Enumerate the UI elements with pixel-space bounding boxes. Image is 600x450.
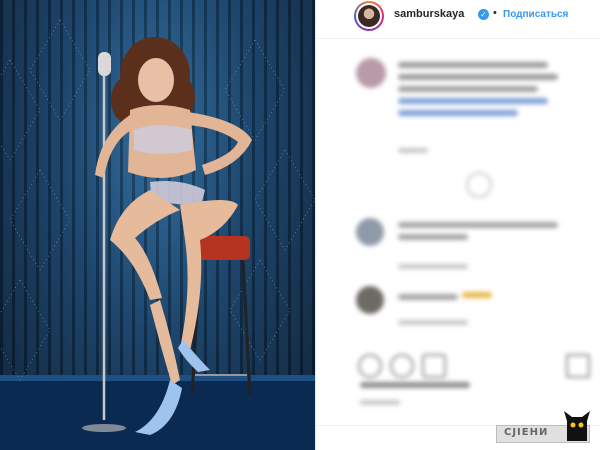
comment-text (398, 234, 468, 240)
caption-hashtags[interactable] (398, 110, 518, 116)
face (138, 58, 174, 102)
username-link[interactable]: samburskaya (394, 8, 464, 20)
leg (180, 200, 238, 350)
post-header: samburskaya ✓ • Подписаться (316, 0, 600, 39)
comment-emoji (462, 292, 492, 298)
comment-avatar[interactable] (356, 218, 384, 246)
follow-button[interactable]: Подписаться (503, 9, 568, 20)
avatar[interactable] (354, 1, 384, 31)
comments-list (316, 40, 600, 380)
separator-dot: • (493, 7, 497, 19)
post-date (360, 400, 400, 405)
stage-edge (0, 375, 315, 381)
caption-line (398, 86, 538, 92)
post-side-panel: samburskaya ✓ • Подписаться (315, 0, 600, 450)
outfit-top (134, 125, 192, 154)
leg (110, 190, 180, 300)
verified-badge-icon: ✓ (478, 9, 489, 20)
caption-hashtags[interactable] (398, 98, 548, 104)
watermark-text: CJIEHИ (504, 427, 549, 438)
load-more-comments-icon[interactable] (466, 172, 492, 198)
comment-text (398, 294, 458, 300)
cat-logo-icon (564, 411, 590, 441)
photo-scene (0, 19, 315, 450)
avatar-ring (356, 3, 382, 29)
comment-meta (398, 264, 468, 269)
share-icon[interactable] (422, 354, 446, 378)
comment-avatar[interactable] (356, 286, 384, 314)
leg (150, 300, 180, 385)
caption-line (398, 74, 558, 80)
comment-text (398, 222, 558, 228)
like-icon[interactable] (358, 354, 382, 378)
post-photo[interactable] (0, 0, 315, 450)
avatar-image (358, 5, 380, 27)
action-bar (316, 348, 600, 408)
caption-avatar[interactable] (356, 58, 386, 88)
caption-line (398, 62, 548, 68)
likes-count (360, 382, 470, 388)
mic-base (82, 424, 126, 432)
arm (188, 112, 252, 175)
watermark: CJIEHИ (492, 407, 600, 450)
comment-icon[interactable] (390, 354, 414, 378)
comment-meta (398, 320, 468, 325)
caption-time (398, 148, 428, 153)
microphone (98, 52, 111, 76)
save-icon[interactable] (566, 354, 590, 378)
